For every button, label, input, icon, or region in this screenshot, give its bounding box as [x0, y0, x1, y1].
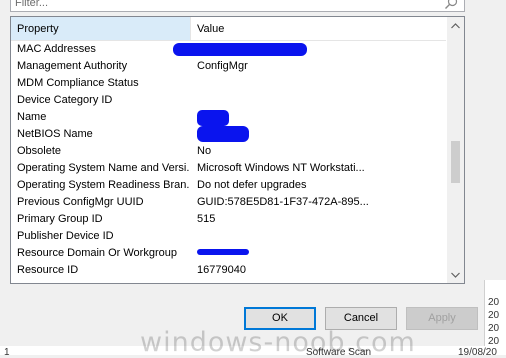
property-name: Obsolete	[17, 145, 62, 157]
column-header-value[interactable]: Value	[191, 17, 446, 40]
table-row[interactable]: NetBIOS Name	[11, 126, 446, 143]
table-row[interactable]: MDM Compliance Status	[11, 75, 446, 92]
property-name: Resource ID	[17, 264, 79, 276]
property-name: Publisher Device ID	[17, 230, 114, 242]
grid-header: Property Value	[11, 17, 446, 41]
property-name: Name	[17, 111, 47, 123]
background-text: 20	[488, 323, 500, 334]
background-text: 20	[488, 310, 500, 321]
property-name: MDM Compliance Status	[17, 77, 139, 89]
property-value: 16779040	[197, 264, 246, 276]
scroll-up-arrow-icon[interactable]	[447, 17, 464, 34]
table-row[interactable]: Device Category ID	[11, 92, 446, 109]
property-value	[197, 228, 445, 245]
apply-button[interactable]: Apply	[406, 307, 478, 330]
property-name: Operating System Name and Versi...	[17, 162, 189, 174]
property-value	[197, 109, 445, 126]
property-name: Resource Domain Or Workgroup	[17, 247, 177, 259]
property-name: Management Authority	[17, 60, 128, 72]
background-text: 20	[488, 297, 500, 308]
property-value: Do not defer upgrades	[197, 179, 307, 191]
column-header-property[interactable]: Property	[11, 17, 191, 40]
table-row[interactable]: MAC Addresses	[11, 41, 446, 58]
vertical-scrollbar[interactable]	[447, 17, 464, 283]
background-window-edge: 20 20 20 20	[484, 280, 506, 355]
property-name: NetBIOS Name	[17, 128, 93, 140]
property-value: 515	[197, 213, 216, 225]
redaction-mark	[173, 43, 307, 56]
property-name: Previous ConfigMgr UUID	[17, 196, 144, 208]
redaction-mark	[197, 110, 229, 126]
property-name: Primary Group ID	[17, 213, 103, 225]
table-row[interactable]: Publisher Device ID	[11, 228, 446, 245]
watermark: windows-noob.com	[140, 327, 416, 358]
property-name: Operating System Readiness Bran...	[17, 179, 189, 191]
background-text: 1	[4, 347, 10, 358]
property-value: No	[197, 145, 212, 157]
scrollbar-thumb[interactable]	[451, 141, 460, 183]
filter-box[interactable]	[10, 0, 465, 12]
property-value	[197, 92, 445, 109]
table-row[interactable]: Resource Domain Or Workgroup	[11, 245, 446, 262]
scroll-down-arrow-icon[interactable]	[447, 266, 464, 283]
redaction-mark	[197, 249, 249, 255]
filter-input[interactable]	[15, 0, 435, 10]
table-row[interactable]: Primary Group ID 515	[11, 211, 446, 228]
table-row[interactable]: Operating System Name and Versi... Micro…	[11, 160, 446, 177]
background-text: 19/08/20	[458, 347, 497, 358]
property-value	[197, 75, 445, 92]
property-name: Device Category ID	[17, 94, 113, 106]
table-row[interactable]: Operating System Readiness Bran... Do no…	[11, 177, 446, 194]
properties-grid[interactable]: Property Value MAC Addresses Management …	[10, 16, 465, 284]
property-value: Microsoft Windows NT Workstati...	[197, 162, 365, 174]
property-value: GUID:578E5D81-1F37-472A-895...	[197, 196, 369, 208]
grid-rows: MAC Addresses Management Authority Confi…	[11, 41, 446, 279]
table-row[interactable]: Resource ID 16779040	[11, 262, 446, 279]
property-name: MAC Addresses	[17, 43, 96, 55]
table-row[interactable]: Previous ConfigMgr UUID GUID:578E5D81-1F…	[11, 194, 446, 211]
table-row[interactable]: Obsolete No	[11, 143, 446, 160]
redaction-mark	[197, 126, 249, 142]
table-row[interactable]: Name	[11, 109, 446, 126]
table-row[interactable]: Management Authority ConfigMgr	[11, 58, 446, 75]
search-icon	[445, 0, 458, 9]
property-value: ConfigMgr	[197, 60, 248, 72]
